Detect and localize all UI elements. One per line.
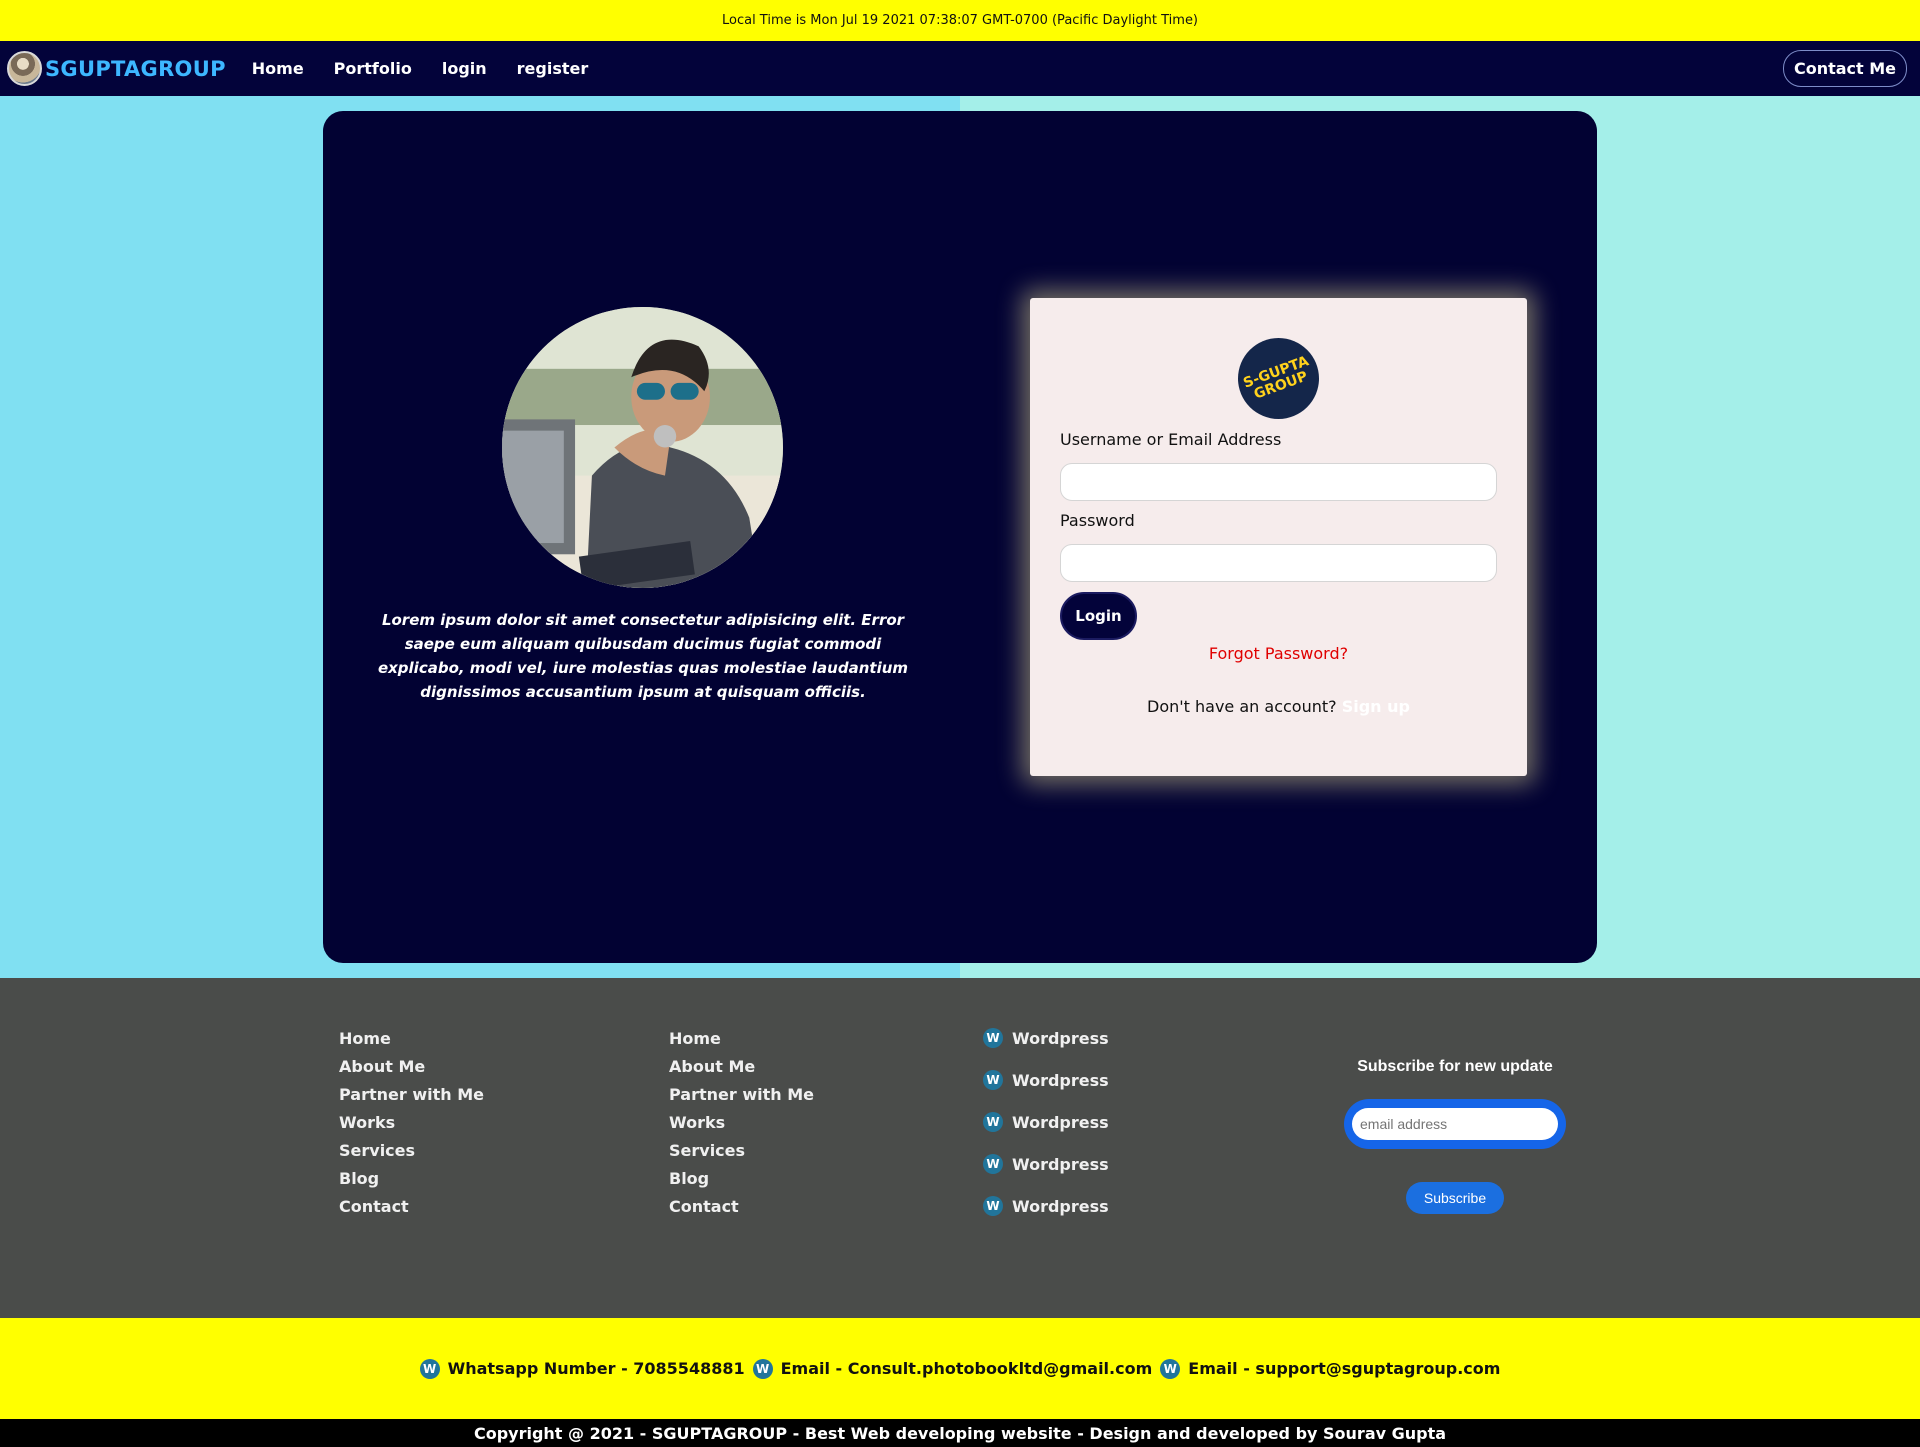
hero-section: Lorem ipsum dolor sit amet consectetur a… — [0, 96, 1920, 978]
profile-photo — [502, 307, 783, 588]
footer: Home About Me Partner with Me Works Serv… — [0, 978, 1920, 1318]
email-contact-consult[interactable]: W Email - Consult.photobookltd@gmail.com — [752, 1358, 1153, 1379]
contact-me-button[interactable]: Contact Me — [1782, 50, 1907, 87]
login-panel: Lorem ipsum dolor sit amet consectetur a… — [323, 111, 1597, 963]
footer-link-blog[interactable]: Blog — [669, 1165, 814, 1193]
wordpress-label: Wordpress — [1012, 1196, 1109, 1216]
footer-column-2: Home About Me Partner with Me Works Serv… — [669, 1025, 814, 1221]
footer-column-1: Home About Me Partner with Me Works Serv… — [339, 1025, 484, 1221]
wordpress-label: Wordpress — [1012, 1154, 1109, 1174]
wordpress-icon: W — [1160, 1358, 1181, 1379]
wordpress-icon: W — [752, 1358, 773, 1379]
contact-strip: W Whatsapp Number - 7085548881 W Email -… — [0, 1318, 1920, 1419]
email-contact-support[interactable]: W Email - support@sguptagroup.com — [1160, 1358, 1501, 1379]
password-input[interactable] — [1060, 544, 1497, 582]
wordpress-icon: W — [983, 1154, 1003, 1174]
signup-row: Don't have an account? Sign up — [1030, 697, 1527, 716]
email-input[interactable] — [1352, 1108, 1558, 1140]
wordpress-icon: W — [419, 1358, 440, 1379]
wordpress-icon: W — [983, 1028, 1003, 1048]
copyright-text: Copyright @ 2021 - SGUPTAGROUP - Best We… — [473, 1423, 1447, 1443]
footer-link-services[interactable]: Services — [669, 1137, 814, 1165]
forgot-password-link[interactable]: Forgot Password? — [1030, 644, 1527, 663]
nav-link-register[interactable]: register — [517, 59, 589, 78]
wordpress-link[interactable]: W Wordpress — [983, 1143, 1109, 1185]
local-time-text: Local Time is Mon Jul 19 2021 07:38:07 G… — [721, 13, 1199, 28]
brand-name[interactable]: SGUPTAGROUP — [45, 57, 226, 81]
footer-link-services[interactable]: Services — [339, 1137, 484, 1165]
footer-link-home[interactable]: Home — [339, 1025, 484, 1053]
footer-link-home[interactable]: Home — [669, 1025, 814, 1053]
footer-link-contact[interactable]: Contact — [339, 1193, 484, 1221]
wordpress-link[interactable]: W Wordpress — [983, 1059, 1109, 1101]
subscribe-input-wrapper — [1344, 1099, 1566, 1149]
subscribe-button[interactable]: Subscribe — [1406, 1182, 1504, 1214]
wordpress-icon: W — [983, 1196, 1003, 1216]
footer-link-works[interactable]: Works — [669, 1109, 814, 1137]
footer-link-works[interactable]: Works — [339, 1109, 484, 1137]
login-card: S-GUPTA GROUP Username or Email Address … — [1030, 298, 1527, 776]
no-account-text: Don't have an account? — [1147, 697, 1337, 716]
brand[interactable]: SGUPTAGROUP — [7, 51, 226, 86]
wordpress-label: Wordpress — [1012, 1112, 1109, 1132]
copyright-bar: Copyright @ 2021 - SGUPTAGROUP - Best We… — [0, 1419, 1920, 1447]
footer-link-contact[interactable]: Contact — [669, 1193, 814, 1221]
whatsapp-text: Whatsapp Number - 7085548881 — [447, 1359, 745, 1378]
signup-link[interactable]: Sign up — [1342, 697, 1410, 716]
sgupta-logo: S-GUPTA GROUP — [1238, 338, 1319, 419]
nav-links: Home Portfolio login register — [252, 59, 618, 78]
wordpress-link[interactable]: W Wordpress — [983, 1017, 1109, 1059]
wordpress-icon: W — [983, 1070, 1003, 1090]
footer-link-blog[interactable]: Blog — [339, 1165, 484, 1193]
nav-link-login[interactable]: login — [442, 59, 487, 78]
sgupta-logo-text: S-GUPTA GROUP — [1241, 352, 1311, 403]
username-input[interactable] — [1060, 463, 1497, 501]
footer-link-about[interactable]: About Me — [339, 1053, 484, 1081]
local-time-bar: Local Time is Mon Jul 19 2021 07:38:07 G… — [0, 0, 1920, 41]
email-consult-text: Email - Consult.photobookltd@gmail.com — [780, 1359, 1153, 1378]
wordpress-icon: W — [983, 1112, 1003, 1132]
username-label: Username or Email Address — [1060, 430, 1282, 449]
footer-link-partner[interactable]: Partner with Me — [669, 1081, 814, 1109]
profile-photo-illustration — [502, 307, 783, 588]
whatsapp-contact[interactable]: W Whatsapp Number - 7085548881 — [419, 1358, 745, 1379]
wordpress-label: Wordpress — [1012, 1028, 1109, 1048]
footer-link-partner[interactable]: Partner with Me — [339, 1081, 484, 1109]
footer-column-3: W Wordpress W Wordpress W Wordpress W Wo… — [983, 1017, 1109, 1227]
password-label: Password — [1060, 511, 1135, 530]
subscribe-title: Subscribe for new update — [1357, 1058, 1553, 1075]
wordpress-link[interactable]: W Wordpress — [983, 1185, 1109, 1227]
wordpress-link[interactable]: W Wordpress — [983, 1101, 1109, 1143]
brand-avatar — [7, 51, 42, 86]
nav-link-home[interactable]: Home — [252, 59, 304, 78]
wordpress-label: Wordpress — [1012, 1070, 1109, 1090]
email-support-text: Email - support@sguptagroup.com — [1188, 1359, 1501, 1378]
nav-link-portfolio[interactable]: Portfolio — [334, 59, 412, 78]
navbar: SGUPTAGROUP Home Portfolio login registe… — [0, 41, 1920, 96]
subscribe-section: Subscribe for new update Subscribe — [1344, 1058, 1566, 1214]
footer-link-about[interactable]: About Me — [669, 1053, 814, 1081]
login-button[interactable]: Login — [1060, 592, 1137, 640]
bio-text: Lorem ipsum dolor sit amet consectetur a… — [377, 611, 909, 701]
